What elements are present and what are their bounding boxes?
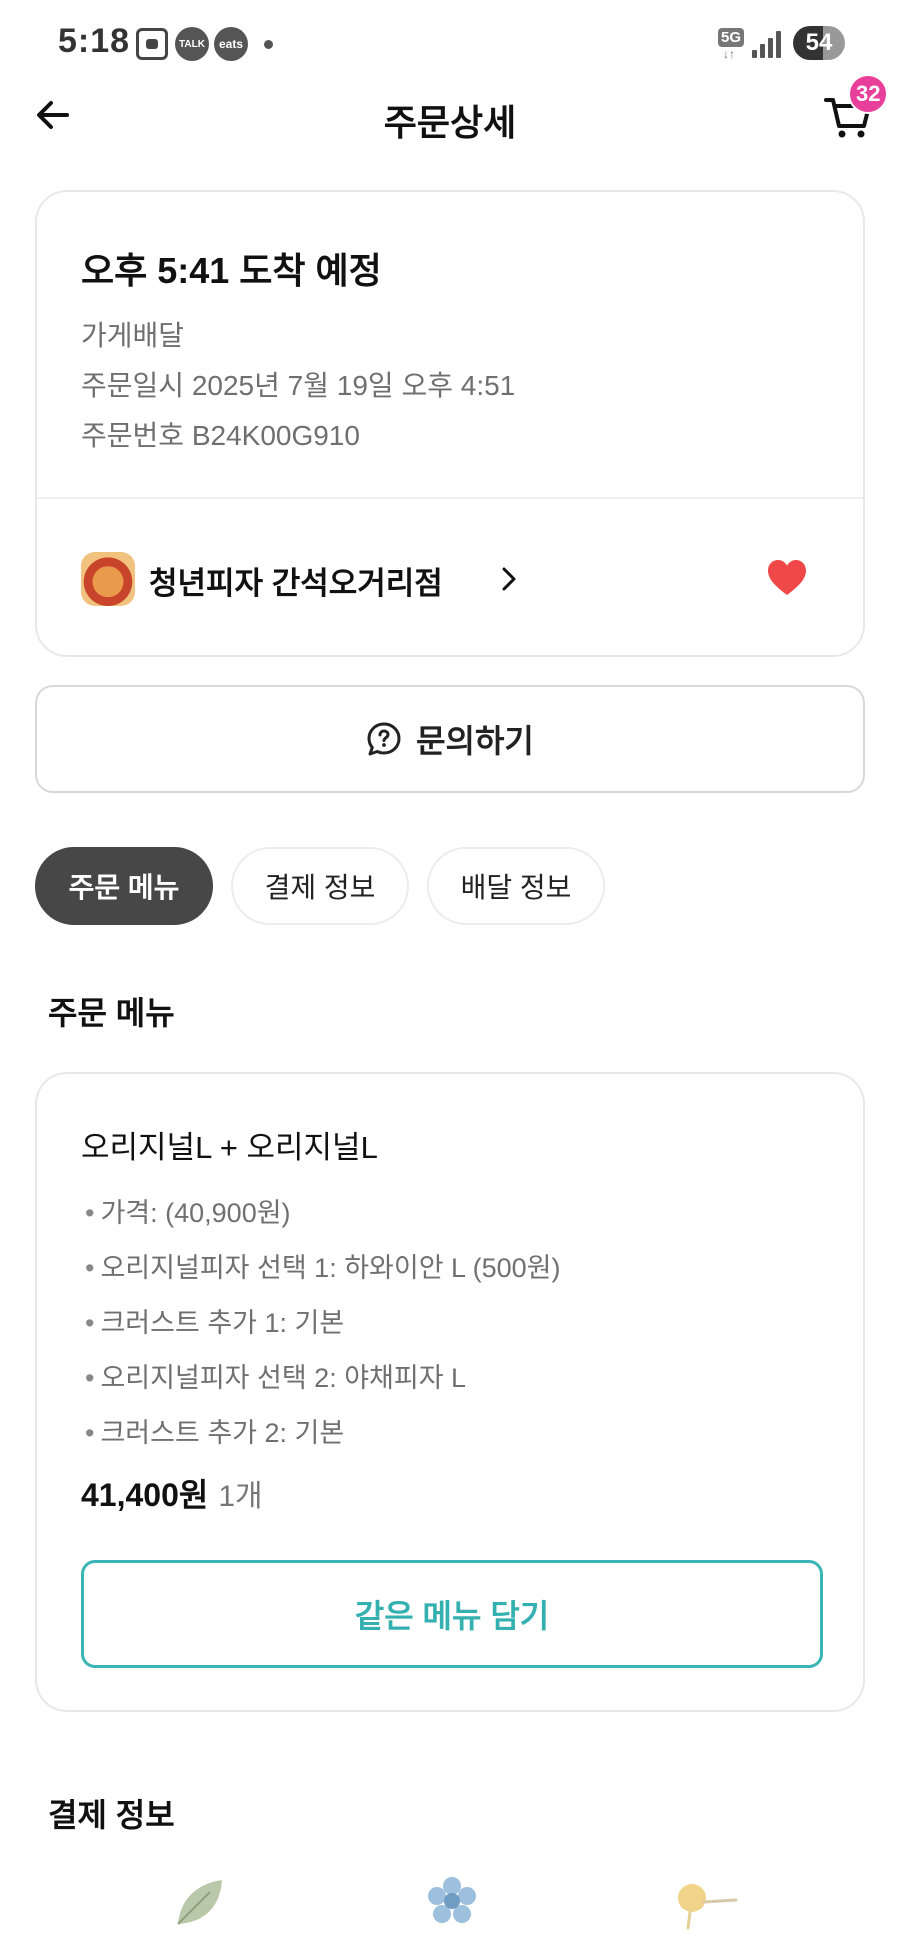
- inquiry-label: 문의하기: [416, 723, 534, 759]
- store-name-link[interactable]: 청년피자 간석오거리점: [149, 558, 443, 603]
- kakaotalk-icon: TALK: [175, 27, 209, 61]
- add-same-menu-button[interactable]: 같은 메뉴 담기: [81, 1560, 823, 1668]
- tab-order-menu[interactable]: 주문 메뉴: [35, 847, 213, 925]
- page-title: 주문상세: [383, 102, 517, 143]
- screenshot-icon: [136, 28, 168, 60]
- heart-icon[interactable]: [765, 556, 809, 600]
- battery-indicator: 54: [793, 26, 845, 60]
- menu-quantity: 1개: [218, 1480, 263, 1513]
- inquiry-button[interactable]: 문의하기: [35, 685, 865, 793]
- arrival-time: 오후 5:41 도착 예정: [81, 250, 382, 291]
- network-5g-icon: 5G: [718, 28, 745, 47]
- menu-option: 오리지널피자 선택 2: 야채피자 L: [85, 1351, 560, 1406]
- section-tabs: 주문 메뉴 결제 정보 배달 정보: [35, 847, 605, 925]
- leaf-icon: [177, 1880, 222, 1925]
- divider: [37, 497, 863, 499]
- menu-option: 크러스트 추가 2: 기본: [85, 1406, 560, 1461]
- status-time: 5:18: [58, 22, 131, 60]
- data-arrows-icon: ↓↑: [723, 47, 735, 61]
- payment-info-title: 결제 정보: [48, 1797, 175, 1833]
- tab-payment-info[interactable]: 결제 정보: [231, 847, 409, 925]
- order-menu-title: 주문 메뉴: [48, 995, 175, 1031]
- delivery-type: 가게배달: [81, 320, 185, 351]
- order-number: 주문번호 B24K00G910: [81, 420, 360, 451]
- top-nav: 주문상세: [0, 70, 900, 160]
- order-summary-card: 오후 5:41 도착 예정 가게배달 주문일시 2025년 7월 19일 오후 …: [35, 190, 865, 657]
- order-datetime: 주문일시 2025년 7월 19일 오후 4:51: [81, 370, 516, 401]
- menu-price: 41,400원: [81, 1477, 209, 1513]
- store-thumbnail[interactable]: [81, 552, 135, 606]
- chevron-right-icon[interactable]: [499, 566, 519, 592]
- menu-option: 오리지널피자 선택 1: 하와이안 L (500원): [85, 1241, 560, 1296]
- menu-option: 가격: (40,900원): [85, 1186, 560, 1241]
- menu-option-list: 가격: (40,900원) 오리지널피자 선택 1: 하와이안 L (500원)…: [85, 1186, 560, 1461]
- menu-option: 크러스트 추가 1: 기본: [85, 1296, 560, 1351]
- eats-icon: eats: [214, 27, 248, 61]
- flower-icon: [428, 1877, 476, 1923]
- question-bubble-icon: [367, 722, 401, 756]
- notification-dot-icon: [264, 40, 273, 49]
- dandelion-icon: [678, 1884, 738, 1930]
- order-menu-card: 오리지널L + 오리지널L 가격: (40,900원) 오리지널피자 선택 1:…: [35, 1072, 865, 1712]
- tab-delivery-info[interactable]: 배달 정보: [427, 847, 605, 925]
- price-row: 41,400원 1개: [81, 1470, 263, 1516]
- add-same-menu-label: 같은 메뉴 담기: [354, 1598, 550, 1634]
- menu-item-name: 오리지널L + 오리지널L: [81, 1130, 378, 1165]
- signal-icon: [752, 30, 782, 58]
